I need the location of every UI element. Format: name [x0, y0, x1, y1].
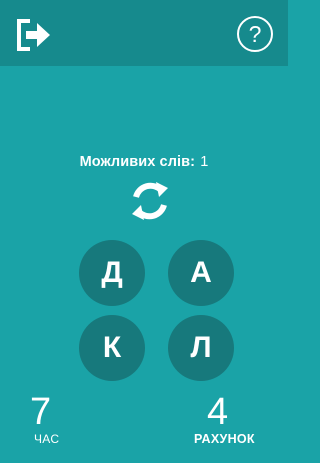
time-label: ЧАС — [34, 432, 60, 446]
letter-tile[interactable]: Д — [79, 240, 145, 306]
time-value: 7 — [30, 391, 52, 433]
possible-words-count: 1 — [200, 154, 209, 170]
help-button[interactable]: ? — [237, 16, 273, 52]
letter-tile[interactable]: А — [168, 240, 234, 306]
shuffle-button[interactable] — [127, 178, 173, 224]
exit-icon — [17, 19, 50, 51]
letter-tile[interactable]: Л — [168, 315, 234, 381]
top-bar: ? — [0, 0, 288, 66]
refresh-icon — [132, 182, 168, 220]
score-label: РАХУНОК — [194, 432, 255, 446]
possible-words-label: Можливих слів: — [79, 154, 196, 170]
letter-tile[interactable]: К — [79, 315, 145, 381]
exit-button[interactable] — [16, 18, 52, 52]
score-value: 4 — [207, 391, 229, 433]
possible-words: Можливих слів: 1 — [0, 154, 288, 170]
